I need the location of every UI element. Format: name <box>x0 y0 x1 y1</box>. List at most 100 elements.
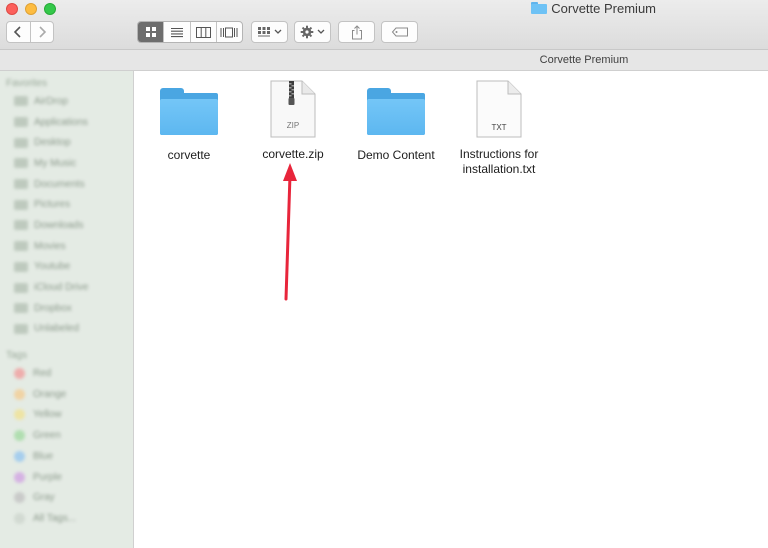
sidebar-tag-label: Red <box>33 368 52 380</box>
sidebar-item[interactable]: Downloads <box>0 215 133 236</box>
tag-button[interactable] <box>381 21 418 43</box>
sidebar-item-icon <box>14 323 28 334</box>
sidebar-item-label: AirDrop <box>34 95 68 107</box>
action-menu-button[interactable] <box>294 21 331 43</box>
file-name: Demo Content <box>357 148 435 162</box>
file-name: corvette.zip <box>262 147 324 161</box>
tag-color-dot <box>14 492 25 504</box>
sidebar-item-label: Applications <box>34 116 88 128</box>
sidebar-tags-heading: Tags <box>6 350 28 362</box>
txt-badge: TXT <box>491 123 507 132</box>
sidebar-item-icon <box>14 220 28 231</box>
sidebar-item-icon <box>14 117 28 128</box>
sidebar-tag-item[interactable]: Red <box>0 363 133 384</box>
window-title: Corvette Premium <box>0 1 768 17</box>
file-item-demo-content-folder[interactable]: Demo Content <box>341 87 451 163</box>
cover-flow-button[interactable] <box>215 22 242 42</box>
file-name: Instructions for installation.txt <box>459 147 539 176</box>
tag-color-dot <box>14 430 25 442</box>
sidebar-favorites-heading: Favorites <box>6 78 48 89</box>
sidebar-item[interactable]: My Music <box>0 153 133 174</box>
tag-color-dot <box>14 388 25 400</box>
icon-view-icon <box>145 27 156 37</box>
sidebar-item-label: Youtube <box>34 261 71 273</box>
sidebar-item-icon <box>14 199 28 210</box>
sidebar-item-icon <box>14 158 28 169</box>
window-title-text: Corvette Premium <box>551 1 656 16</box>
sidebar-item[interactable]: Desktop <box>0 132 133 153</box>
sidebar-item[interactable]: iCloud Drive <box>0 277 133 298</box>
sidebar-item[interactable]: AirDrop <box>0 91 133 112</box>
sidebar-tag-item[interactable]: Yellow <box>0 405 133 426</box>
sidebar-item[interactable]: Dropbox <box>0 298 133 319</box>
sidebar-content: Favorites AirDrop Applications Desktop My M… <box>0 71 133 529</box>
sidebar-item-label: My Music <box>34 157 77 169</box>
sidebar: Favorites AirDrop Applications Desktop My M… <box>0 71 134 548</box>
tag-color-dot <box>14 368 25 380</box>
gear-icon <box>300 25 324 39</box>
sidebar-tag-label: All Tags... <box>33 512 77 524</box>
zip-badge: ZIP <box>286 121 300 130</box>
file-browser-area: corvette ZIP corvette.zip Demo Content T… <box>135 72 768 548</box>
text-file-icon: TXT <box>476 80 522 138</box>
sidebar-tag-item[interactable]: Orange <box>0 384 133 405</box>
file-item-corvette-folder[interactable]: corvette <box>134 87 244 163</box>
sidebar-tag-label: Green <box>33 430 61 442</box>
navigation-buttons <box>6 21 54 43</box>
arrange-button[interactable] <box>251 21 288 43</box>
sidebar-item-icon <box>14 303 28 314</box>
folder-icon <box>531 2 548 14</box>
share-icon <box>351 24 362 39</box>
folder-icon <box>367 88 425 136</box>
sidebar-item[interactable]: Pictures <box>0 194 133 215</box>
sidebar-item-label: iCloud Drive <box>34 282 89 294</box>
sidebar-item[interactable]: Movies <box>0 236 133 257</box>
back-button[interactable] <box>7 22 30 42</box>
sidebar-item[interactable]: Youtube <box>0 257 133 278</box>
sidebar-tag-label: Purple <box>33 471 62 483</box>
sidebar-item-icon <box>14 96 28 107</box>
share-button[interactable] <box>338 21 375 43</box>
finder-window: Corvette Premium Corvette Premium Favori… <box>0 0 768 548</box>
sidebar-item-icon <box>14 282 28 293</box>
sidebar-tag-item[interactable]: Blue <box>0 446 133 467</box>
sidebar-tag-item[interactable]: All Tags... <box>0 508 133 529</box>
sidebar-item[interactable]: Documents <box>0 174 133 195</box>
sidebar-item-icon <box>14 179 28 190</box>
path-bar: Corvette Premium <box>0 50 768 71</box>
sidebar-tag-label: Orange <box>33 388 67 400</box>
sidebar-tag-label: Blue <box>33 450 54 462</box>
sidebar-item-icon <box>14 137 28 148</box>
tag-color-dot <box>14 471 25 483</box>
sidebar-item[interactable]: Unlabeled <box>0 319 133 340</box>
sidebar-tag-item[interactable]: Green <box>0 425 133 446</box>
sidebar-item[interactable]: Applications <box>0 112 133 133</box>
tag-icon <box>391 27 408 37</box>
sidebar-favorites-list: AirDrop Applications Desktop My Music Docume… <box>0 91 133 339</box>
sidebar-tag-item[interactable]: Gray <box>0 487 133 508</box>
sidebar-item-label: Dropbox <box>34 302 72 314</box>
sidebar-tag-label: Yellow <box>33 409 62 421</box>
column-view-button[interactable] <box>189 22 216 42</box>
chevron-right-icon <box>39 26 46 38</box>
sidebar-tag-item[interactable]: Purple <box>0 467 133 488</box>
sidebar-item-label: Pictures <box>34 199 71 211</box>
forward-button[interactable] <box>29 22 54 42</box>
zip-file-icon: ZIP <box>270 80 316 138</box>
toolbar: Corvette Premium <box>0 0 768 50</box>
path-bar-label: Corvette Premium <box>539 54 629 66</box>
icon-view-button[interactable] <box>138 22 164 42</box>
sidebar-item-label: Unlabeled <box>34 323 80 335</box>
sidebar-tag-label: Gray <box>33 492 55 504</box>
view-mode-selector <box>137 21 243 43</box>
file-name: corvette <box>167 148 211 162</box>
tag-color-dot <box>14 512 25 524</box>
list-view-button[interactable] <box>163 22 189 42</box>
tag-color-dot <box>14 409 25 421</box>
list-view-icon <box>170 27 183 37</box>
tag-color-dot <box>14 450 25 462</box>
file-item-corvette-zip[interactable]: ZIP corvette.zip <box>238 80 348 162</box>
file-item-instructions-txt[interactable]: TXT Instructions for installation.txt <box>444 80 554 177</box>
sidebar-item-icon <box>14 241 28 252</box>
chevron-left-icon <box>14 26 21 38</box>
